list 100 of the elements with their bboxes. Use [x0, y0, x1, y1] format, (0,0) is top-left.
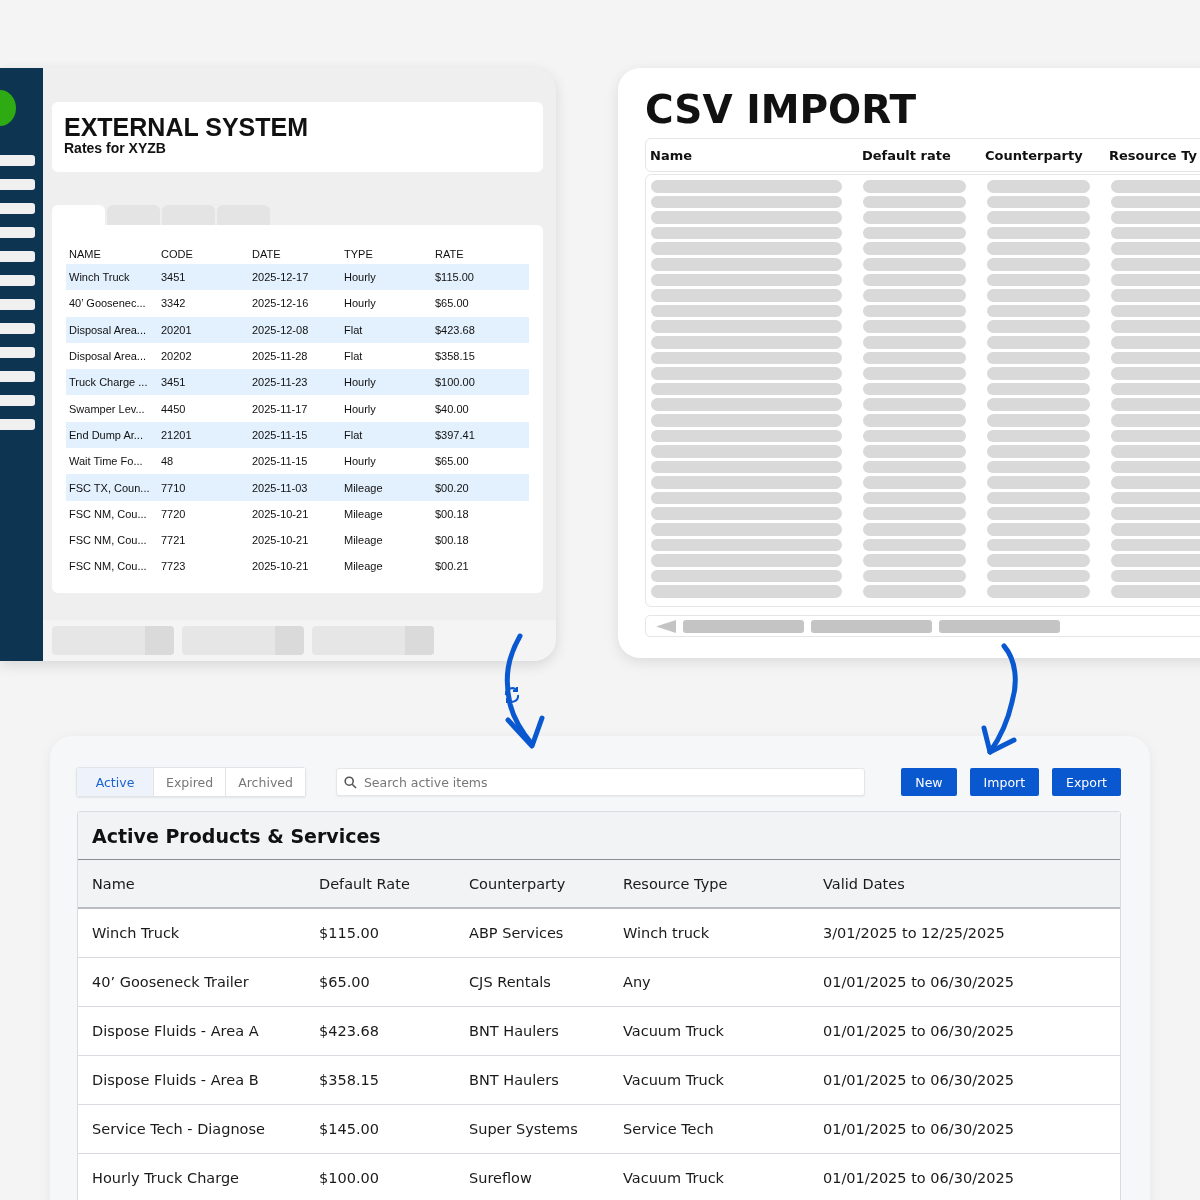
table-cell-text: Hourly	[344, 376, 377, 389]
table-cell-text: Swamper Lev...	[69, 402, 146, 415]
table-cell-text: 2025-10-21	[252, 534, 310, 547]
table-cell-text: Dispose Fluids - Area B	[92, 1072, 260, 1088]
tab[interactable]: Active	[77, 768, 153, 796]
tab[interactable]: Archived	[225, 768, 305, 796]
table-cell-text: Winch truck	[623, 925, 711, 941]
table-cell-text: 3/01/2025 to 12/25/2025	[823, 925, 1006, 941]
sidebar-item[interactable]	[0, 395, 35, 406]
table-cell-text: 2025-11-15	[252, 428, 309, 441]
column-header: Default rate	[862, 147, 952, 163]
table-cell-text: FSC TX, Coun...	[69, 481, 151, 494]
column-header: Default Rate	[319, 875, 411, 892]
table-cell-text: $358.15	[319, 1072, 380, 1088]
table-cell-text: 7720	[161, 507, 187, 520]
table-cell-text: Vacuum Truck	[623, 1170, 725, 1186]
left-triangle-icon[interactable]	[656, 619, 676, 633]
sidebar-item[interactable]	[0, 227, 35, 238]
table-cell-text: Hourly	[344, 455, 377, 468]
column-header: Counterparty	[469, 875, 567, 892]
table-cell-text: 2025-12-08	[252, 323, 310, 336]
table-cell-text: CJS Rentals	[469, 974, 552, 990]
column-header: Resource Ty	[1109, 147, 1198, 163]
table-cell-text: $115.00	[319, 925, 380, 941]
table-cell-text: Winch Truck	[92, 925, 181, 941]
table-cell-text: 2025-11-28	[252, 350, 309, 363]
sidebar-item[interactable]	[0, 179, 35, 190]
table-cell-text: $100.00	[435, 376, 476, 389]
sidebar-item[interactable]	[0, 347, 35, 358]
table-cell-text: 20202	[161, 350, 193, 363]
table-cell-text: 01/01/2025 to 06/30/2025	[823, 1121, 1015, 1137]
table-cell-text: 3342	[161, 297, 187, 310]
table-cell-text: BNT Haulers	[469, 1023, 560, 1039]
table-cell-text: $00.18	[435, 534, 470, 547]
sidebar-item[interactable]	[0, 299, 35, 310]
table-cell-text: 3451	[161, 376, 187, 389]
sidebar-item[interactable]	[0, 323, 35, 334]
table-cell-text: Dispose Fluids - Area A	[92, 1023, 260, 1039]
table-cell-text: 01/01/2025 to 06/30/2025	[823, 1170, 1015, 1186]
table-cell-text: FSC NM, Cou...	[69, 560, 148, 573]
table-cell-text: $358.15	[435, 350, 476, 363]
table-cell-text: Hourly	[344, 297, 377, 310]
table-cell-text: 2025-11-17	[252, 402, 309, 415]
table-cell-text: $00.20	[435, 481, 470, 494]
tab[interactable]: Expired	[153, 768, 226, 796]
table-cell-text: $00.18	[435, 507, 470, 520]
column-header: CODE	[161, 248, 194, 260]
column-header: RATE	[435, 248, 465, 260]
table-cell-text: Disposal Area...	[69, 350, 148, 363]
table-cell-text: 2025-11-23	[252, 376, 309, 389]
table-cell-text: $397.41	[435, 428, 476, 441]
table-cell-text: Flat	[344, 350, 364, 363]
table-cell-text: 2025-11-03	[252, 481, 309, 494]
tab[interactable]	[217, 205, 270, 225]
table-cell-text: 3451	[161, 271, 187, 284]
table-cell-text: Sureflow	[469, 1170, 533, 1186]
scrollbar[interactable]	[645, 615, 1200, 637]
table-cell-text: Winch Truck	[69, 271, 131, 284]
table-title: Active Products & Services	[78, 812, 1120, 860]
table-cell-text: Super Systems	[469, 1121, 579, 1137]
sidebar-item[interactable]	[0, 203, 35, 214]
table-cell-text: Service Tech - Diagnose	[92, 1121, 266, 1137]
sidebar-item[interactable]	[0, 419, 35, 430]
action-button[interactable]: Export	[1052, 768, 1121, 796]
table-cell-text: Wait Time Fo...	[69, 455, 144, 468]
table-cell-text: 40’ Gooseneck Trailer	[92, 974, 250, 990]
sidebar-item[interactable]	[0, 251, 35, 262]
table-cell-text: FSC NM, Cou...	[69, 534, 148, 547]
table-cell-text: Vacuum Truck	[623, 1072, 725, 1088]
tab[interactable]	[107, 205, 160, 225]
table-cell-text: $00.21	[435, 560, 470, 573]
sidebar-item[interactable]	[0, 275, 35, 286]
table-cell-text: Disposal Area...	[69, 323, 148, 336]
subtitle: Rates for XYZB	[64, 140, 167, 156]
table-cell-text: FSC NM, Cou...	[69, 507, 148, 520]
action-button[interactable]: Import	[969, 768, 1040, 796]
table-cell-text: 21201	[161, 428, 193, 441]
table-cell-text: Any	[623, 974, 652, 990]
table-cell-text: Service Tech	[623, 1121, 715, 1137]
table-cell-text: 2025-10-21	[252, 507, 310, 520]
action-button[interactable]: New	[901, 768, 957, 796]
table-cell-text: BNT Haulers	[469, 1072, 560, 1088]
tab[interactable]	[162, 205, 215, 225]
table-cell-text: $40.00	[435, 402, 470, 415]
table-cell-text: Vacuum Truck	[623, 1023, 725, 1039]
window-title: EXTERNAL SYSTEM	[64, 114, 310, 140]
search-field[interactable]: Search active items	[335, 768, 865, 796]
table-cell-text: Flat	[344, 323, 364, 336]
table-cell-text: Mileage	[344, 481, 384, 494]
table-cell-text: Flat	[344, 428, 364, 441]
table-cell-text: 01/01/2025 to 06/30/2025	[823, 1072, 1015, 1088]
table-cell-text: 2025-11-15	[252, 455, 309, 468]
sidebar-item[interactable]	[0, 155, 35, 166]
table-cell-text: $100.00	[319, 1170, 380, 1186]
table-cell-text: Mileage	[344, 560, 384, 573]
sidebar-item[interactable]	[0, 371, 35, 382]
table-cell-text: Hourly	[344, 271, 377, 284]
table-cell-text: 7710	[161, 481, 187, 494]
search-icon	[343, 776, 357, 789]
table-cell-text: 01/01/2025 to 06/30/2025	[823, 974, 1015, 990]
